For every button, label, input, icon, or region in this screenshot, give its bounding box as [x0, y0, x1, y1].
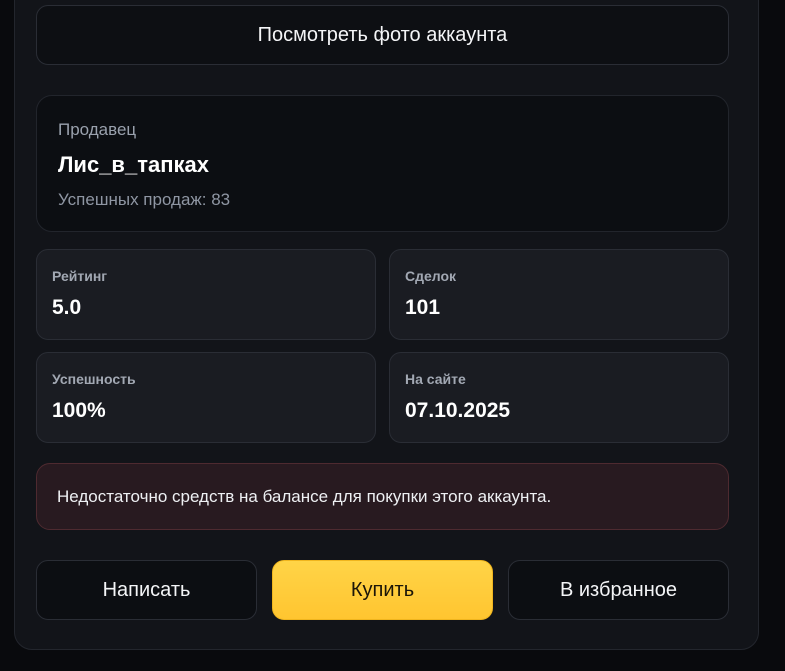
seller-label: Продавец: [58, 120, 137, 139]
buy-button[interactable]: Купить: [272, 560, 493, 620]
stat-deals-label: Сделок: [405, 268, 457, 284]
view-account-photos-label: Посмотреть фото аккаунта: [257, 23, 508, 46]
stat-success-rate-value: 100%: [52, 399, 106, 422]
add-to-favorites-button[interactable]: В избранное: [508, 560, 729, 620]
message-seller-button[interactable]: Написать: [36, 560, 257, 620]
view-account-photos-button[interactable]: Посмотреть фото аккаунта: [36, 5, 729, 65]
stat-on-site-label: На сайте: [405, 371, 466, 387]
stat-on-site: На сайте 07.10.2025: [389, 352, 729, 443]
stat-success-rate: Успешность 100%: [36, 352, 376, 443]
buy-label: Купить: [350, 578, 415, 601]
stat-deals-value: 101: [405, 296, 441, 319]
seller-sales-count: Успешных продаж: 83: [58, 190, 231, 209]
alert-message: Недостаточно средств на балансе для поку…: [57, 486, 552, 506]
stat-on-site-value: 07.10.2025: [405, 399, 511, 422]
seller-card: Продавец Лис_в_тапках Успешных продаж: 8…: [36, 95, 729, 232]
message-seller-label: Написать: [102, 578, 191, 601]
stat-rating: Рейтинг 5.0: [36, 249, 376, 340]
seller-name[interactable]: Лис_в_тапках: [58, 152, 209, 178]
stat-rating-label: Рейтинг: [52, 268, 108, 284]
insufficient-funds-alert: Недостаточно средств на балансе для поку…: [36, 463, 729, 530]
stat-success-rate-label: Успешность: [52, 371, 136, 387]
stat-deals: Сделок 101: [389, 249, 729, 340]
add-to-favorites-label: В избранное: [559, 578, 678, 601]
stat-rating-value: 5.0: [52, 296, 82, 319]
